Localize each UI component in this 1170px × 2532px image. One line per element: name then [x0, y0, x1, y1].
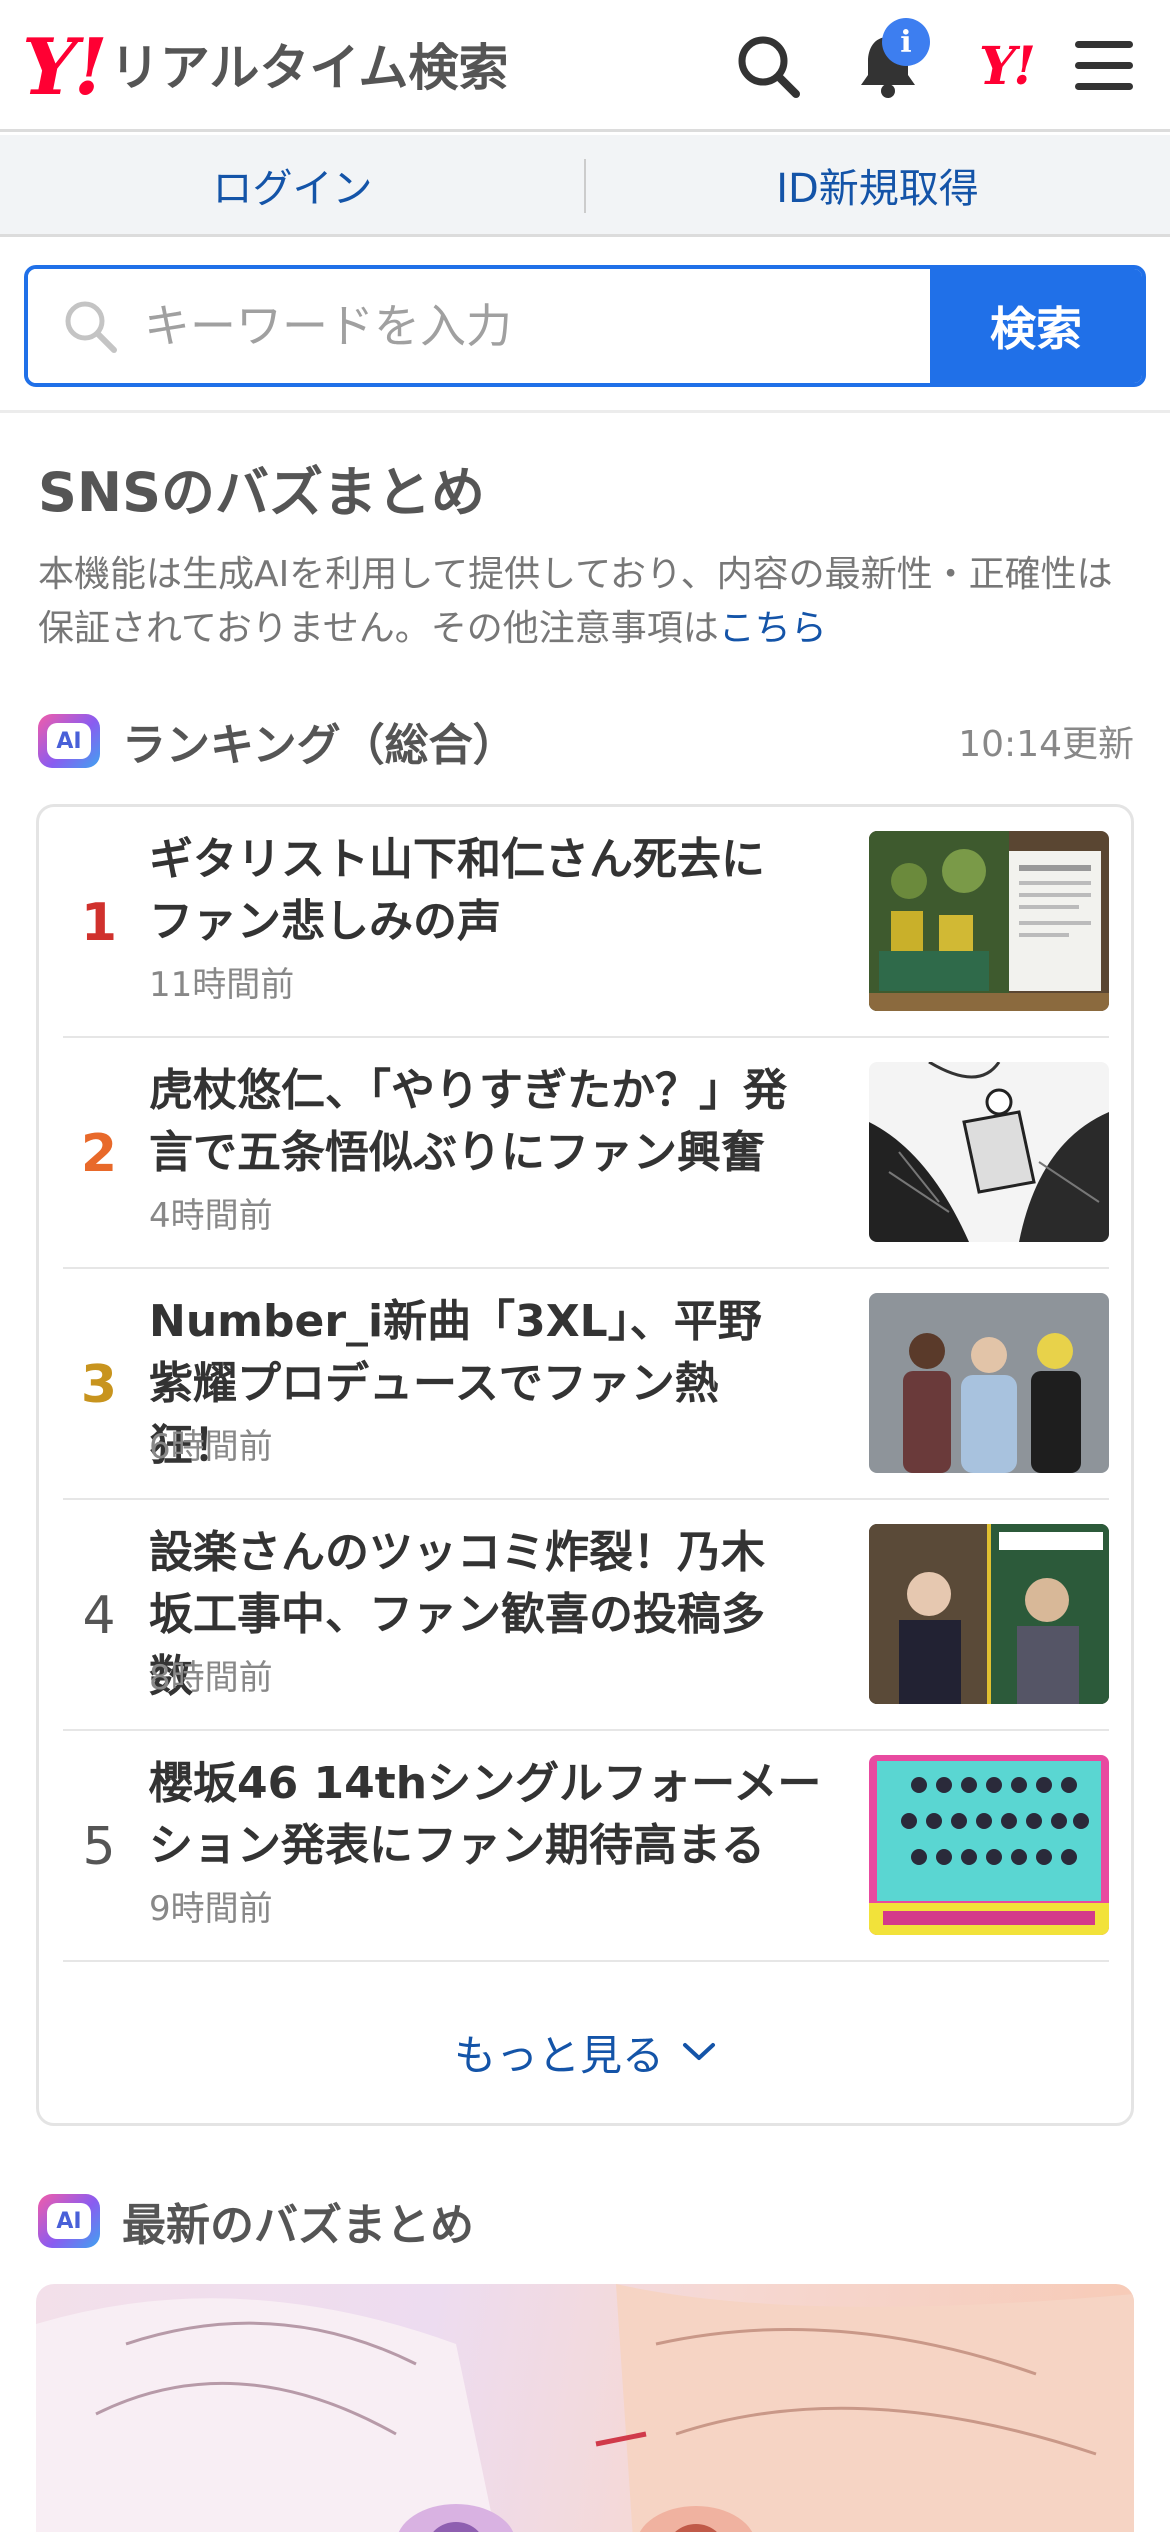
ai-icon: AI	[38, 714, 100, 768]
section-divider	[0, 410, 1170, 413]
ai-notice: 本機能は生成AIを利用して提供しており、内容の最新性・正確性は保証されておりませ…	[38, 548, 1138, 656]
yahoo-logo-mark: Y!	[22, 22, 108, 113]
ranking-item-2[interactable]: 2 虎杖悠仁、「やりすぎたか？」発言で五条悟似ぶりにファン興奮 4時間前	[63, 1038, 1109, 1269]
login-bar: ログイン ID新規取得	[0, 135, 1170, 237]
ranking-time: 4時間前	[149, 1196, 273, 1236]
ranking-time: 8時間前	[149, 1658, 273, 1698]
logo-text: リアルタイム検索	[109, 39, 509, 97]
ranking-card: 1 ギタリスト山下和仁さん死去にファン悲しみの声 11時間前 2 虎杖悠仁、「や…	[36, 804, 1134, 2126]
rank-number: 4	[82, 1585, 116, 1646]
more-label: もっと見る	[453, 2030, 664, 2080]
rank-number: 3	[80, 1354, 118, 1415]
latest-title: 最新のバズまとめ	[122, 2200, 474, 2251]
search-bar: 検索	[24, 265, 1146, 387]
ranking-updated-time: 10:14更新	[958, 724, 1134, 765]
ranking-item-4[interactable]: 4 設楽さんのツッコミ炸裂！乃木坂工事中、ファン歓喜の投稿多数 8時間前	[63, 1500, 1109, 1731]
app-header: Y! リアルタイム検索 i Y!	[0, 0, 1170, 132]
search-input[interactable]	[144, 299, 930, 353]
ranking-time: 11時間前	[149, 965, 295, 1005]
login-link[interactable]: ログイン	[0, 135, 585, 234]
latest-hero-image[interactable]	[36, 2284, 1134, 2532]
rank-number: 1	[80, 892, 118, 953]
rank-number: 2	[80, 1123, 118, 1184]
ranking-title: ランキング（総合）	[122, 720, 517, 771]
yahoo-japan-icon[interactable]: Y!	[966, 26, 1046, 106]
search-field-icon	[65, 301, 117, 353]
menu-icon[interactable]	[1064, 26, 1144, 106]
search-field	[28, 269, 930, 383]
ranking-time: 6時間前	[149, 1427, 273, 1467]
ranking-time: 9時間前	[149, 1889, 273, 1929]
login-divider	[584, 159, 586, 213]
page-title: SNSのバズまとめ	[38, 461, 485, 524]
ranking-thumbnail-memorial	[869, 831, 1109, 1011]
bell-icon[interactable]: i	[848, 18, 930, 106]
ranking-item-5[interactable]: 5 櫻坂46 14thシングルフォーメーション発表にファン期待高まる 9時間前	[63, 1731, 1109, 1962]
yahoo-japan-mark: Y!	[979, 35, 1036, 97]
yahoo-realtime-logo[interactable]: Y! リアルタイム検索	[22, 28, 508, 108]
ai-icon: AI	[38, 2194, 100, 2248]
notification-badge: i	[882, 18, 930, 66]
notice-text: 本機能は生成AIを利用して提供しており、内容の最新性・正確性は保証されておりませ…	[38, 554, 1113, 649]
ranking-header: AI ランキング（総合） 10:14更新	[38, 710, 1134, 772]
register-link[interactable]: ID新規取得	[585, 135, 1170, 234]
chevron-down-icon	[683, 2043, 715, 2060]
ranking-item-3[interactable]: 3 Number_i新曲「3XL」、平野紫耀プロデュースでファン熱狂！ 6時間前	[63, 1269, 1109, 1500]
ranking-thumbnail-manga	[869, 1062, 1109, 1242]
more-button[interactable]: もっと見る	[39, 2002, 1131, 2102]
latest-header: AI 最新のバズまとめ	[38, 2190, 474, 2252]
ranking-headline: 虎杖悠仁、「やりすぎたか？」発言で五条悟似ぶりにファン興奮	[149, 1065, 787, 1178]
ranking-item-1[interactable]: 1 ギタリスト山下和仁さん死去にファン悲しみの声 11時間前	[63, 807, 1109, 1038]
search-icon[interactable]	[728, 26, 808, 106]
ranking-thumbnail-tv-show	[869, 1524, 1109, 1704]
ranking-headline: ギタリスト山下和仁さん死去にファン悲しみの声	[149, 834, 765, 947]
notice-link[interactable]: こちら	[719, 608, 827, 649]
rank-number: 5	[82, 1816, 116, 1877]
ranking-thumbnail-group-photo	[869, 1293, 1109, 1473]
ai-icon-label: AI	[47, 723, 91, 759]
ranking-headline: 櫻坂46 14thシングルフォーメーション発表にファン期待高まる	[149, 1758, 822, 1871]
search-button[interactable]: 検索	[930, 269, 1142, 383]
ai-icon-label: AI	[47, 2203, 91, 2239]
ranking-thumbnail-formation	[869, 1755, 1109, 1935]
